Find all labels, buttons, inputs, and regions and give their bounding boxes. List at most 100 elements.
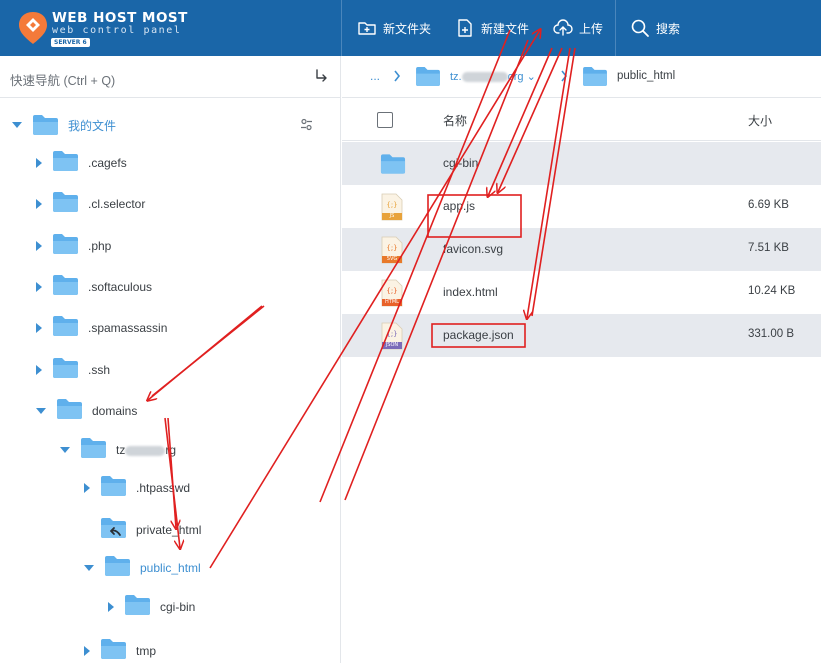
search-icon [631,19,649,37]
folder-icon [52,315,88,342]
folder-icon [52,191,88,218]
tree-item-tmp[interactable]: tmp [84,636,156,663]
svg-text:{;}: {;} [386,287,397,295]
tree-item-domain[interactable]: tz rg [60,435,176,465]
svg-text:{;}: {;} [386,201,397,209]
file-list-header: 名称 大小 [342,98,821,141]
js-file-icon: {;} JS [380,193,404,221]
folder-icon [100,475,136,502]
folder-icon [100,638,136,663]
caret-right-icon[interactable] [36,282,42,292]
chevron-right-icon [561,70,568,82]
file-row[interactable]: {;} JSON package.json 331.00 B [342,314,821,357]
folder-icon [124,594,160,621]
folder-icon [52,233,88,260]
file-size: 331.00 B [748,328,795,340]
tree-item-softaculous[interactable]: .softaculous [36,272,152,302]
folder-link-icon [100,517,136,544]
file-row[interactable]: {;} JS app.js 6.69 KB [342,185,821,228]
new-file-label: 新建文件 [481,21,530,36]
caret-right-icon[interactable] [36,365,42,375]
brand-name: WEB HOST MOST [52,10,188,26]
file-type-label: HTML [385,299,399,305]
svg-text:{;}: {;} [386,244,397,252]
folder-icon [56,398,92,425]
tree-item-spamassassin[interactable]: .spamassassin [36,313,167,343]
caret-right-icon[interactable] [84,483,90,493]
tree-item-htpasswd[interactable]: .htpasswd [84,473,190,503]
file-row[interactable]: cgi-bin [342,142,821,185]
tree-item-domains[interactable]: domains [36,396,137,426]
server-badge: SERVER 6 [51,38,90,47]
caret-right-icon[interactable] [36,158,42,168]
toolbar-divider [615,0,616,56]
tree-item-label: public_html [140,561,201,575]
file-name: cgi-bin [443,156,479,170]
tree-item-cagefs[interactable]: .cagefs [36,148,127,178]
file-name: package.json [443,328,514,342]
json-file-icon: {;} JSON [380,322,404,350]
brand-tagline: web control panel [52,25,182,36]
file-row[interactable]: {;} SVG favicon.svg 7.51 KB [342,228,821,271]
caret-right-icon[interactable] [84,646,90,656]
tree-item-public-html[interactable]: public_html [84,553,201,583]
column-header-name[interactable]: 名称 [443,112,467,129]
column-header-size[interactable]: 大小 [748,112,772,129]
folder-icon [52,150,88,177]
html-file-icon: {;} HTML [380,279,404,307]
search-label: 搜索 [656,21,681,36]
toolbar-divider [341,0,342,56]
caret-right-icon[interactable] [36,199,42,209]
tree-item-ssh[interactable]: .ssh [36,355,110,385]
tree-item-php[interactable]: .php [36,231,111,261]
caret-down-icon[interactable] [12,122,22,128]
tree-item-cgi-bin[interactable]: cgi-bin [108,592,195,622]
folder-icon [583,66,607,87]
new-folder-button[interactable]: 新文件夹 [357,16,431,40]
tree-item-cl-selector[interactable]: .cl.selector [36,189,145,219]
file-size: 10.24 KB [748,285,796,297]
tree-root[interactable]: 我的文件 [12,110,116,140]
tree-item-label: .cl.selector [88,197,146,211]
file-type-label: JSON [385,342,399,348]
enter-arrow-icon[interactable] [314,69,328,83]
tree-item-private-html[interactable]: private_html [84,515,201,545]
svg-file-icon: {;} SVG [380,236,404,264]
tree-item-label: .cagefs [88,156,127,170]
new-folder-label: 新文件夹 [383,21,432,36]
tree-settings-icon[interactable] [300,118,313,131]
tree-item-label: .softaculous [88,280,153,294]
caret-down-icon[interactable] [60,447,70,453]
caret-right-icon[interactable] [36,241,42,251]
file-row[interactable]: {;} HTML index.html 10.24 KB [342,271,821,314]
caret-down-icon[interactable] [84,565,94,571]
new-folder-icon [358,22,376,35]
breadcrumb-ellipsis[interactable]: ... [370,69,380,83]
tree-item-label: .spamassassin [88,321,168,335]
search-button[interactable]: 搜索 [630,16,680,40]
folder-icon [52,357,88,384]
upload-button[interactable]: 上传 [553,16,603,40]
tree-item-label: private_html [136,523,202,537]
file-type-label: JS [389,213,395,219]
chevron-right-icon [394,70,401,82]
tree-item-label: .htpasswd [136,481,191,495]
top-bar: WEB HOST MOST web control panel SERVER 6… [0,0,821,56]
select-all-checkbox[interactable] [377,112,393,128]
file-name: index.html [443,285,498,299]
file-size: 7.51 KB [748,242,789,254]
folder-icon [52,274,88,301]
svg-text:{;}: {;} [386,330,397,338]
caret-right-icon[interactable] [36,323,42,333]
folder-icon [380,150,406,178]
folder-icon [416,66,440,87]
quick-nav-input[interactable]: 快速导航 (Ctrl + Q) [0,56,341,98]
caret-down-icon[interactable] [36,408,46,414]
new-file-button[interactable]: 新建文件 [455,16,529,40]
breadcrumb-domain[interactable]: tz. org ⌄ [450,70,536,83]
breadcrumb-current: public_html [617,70,676,82]
upload-cloud-icon [553,19,573,36]
file-list-panel: ... tz. org ⌄ public_html 名称 大小 cgi-bin {;… [342,56,821,663]
caret-right-icon[interactable] [108,602,114,612]
folder-icon [80,437,116,464]
